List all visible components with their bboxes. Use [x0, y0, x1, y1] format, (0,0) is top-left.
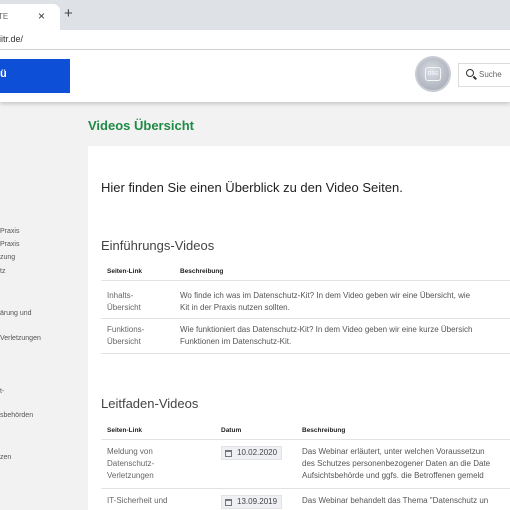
table-row-link[interactable]: IT-Sicherheit und: [107, 495, 167, 507]
description-line: Wie funktioniert das Datenschutz-Kit? In…: [180, 325, 473, 334]
browser-tab-title: TE: [0, 12, 9, 21]
column-header-link: Seiten-Link: [107, 268, 143, 275]
certification-seal-icon: DSG: [415, 56, 451, 92]
link-line[interactable]: Inhalts-: [107, 290, 141, 302]
column-header-link: Seiten-Link: [107, 427, 143, 434]
sidebar-item[interactable]: ärung und: [0, 310, 32, 317]
link-line[interactable]: IT-Sicherheit und: [107, 495, 167, 507]
date-value: 13.09.2019: [237, 497, 278, 506]
site-header: ü DSG Suche: [0, 50, 510, 102]
brand-text: ü: [0, 68, 7, 80]
link-line[interactable]: Verletzungen: [107, 470, 154, 482]
search-icon: [466, 69, 474, 77]
link-line[interactable]: Datenschutz-: [107, 458, 154, 470]
link-line[interactable]: Übersicht: [107, 336, 144, 348]
table-row-link[interactable]: Inhalts- Übersicht: [107, 290, 141, 314]
sidebar-item[interactable]: zung: [0, 254, 15, 261]
browser-tab[interactable]: TE ×: [0, 4, 60, 30]
description-line: Das Webinar behandelt das Thema "Datensc…: [302, 496, 489, 505]
calendar-icon: [225, 499, 232, 506]
browser-tab-bar: TE × +: [0, 0, 510, 30]
divider: [101, 439, 510, 440]
description-line: Das Webinar erläutert, unter welchen Vor…: [302, 447, 485, 456]
table-row-description: Wie funktioniert das Datenschutz-Kit? In…: [180, 324, 472, 348]
description-line: Funktionen im Datenschutz-Kit.: [180, 337, 292, 346]
brand-bar[interactable]: ü: [0, 59, 70, 93]
table-row-description: Wo finde ich was im Datenschutz-Kit? In …: [180, 290, 470, 314]
divider: [101, 488, 510, 489]
description-line: Wo finde ich was im Datenschutz-Kit? In …: [180, 291, 471, 300]
search-field[interactable]: Suche: [458, 63, 510, 87]
sidebar-item[interactable]: Praxis: [0, 228, 19, 235]
sidebar-item[interactable]: tz: [0, 268, 5, 275]
seal-label: DSG: [425, 67, 441, 81]
link-line[interactable]: Funktions-: [107, 324, 144, 336]
divider: [101, 280, 510, 281]
divider: [101, 318, 510, 319]
section-title-leitfaden: Leitfaden-Videos: [101, 396, 199, 411]
url-text[interactable]: iitr.de/: [0, 34, 23, 44]
date-value: 10.02.2020: [237, 448, 278, 457]
date-badge: 13.09.2019: [221, 495, 283, 509]
sidebar-item[interactable]: Praxis: [0, 241, 19, 248]
page-title: Videos Übersicht: [88, 118, 194, 133]
sidebar-item[interactable]: Verletzungen: [0, 335, 41, 342]
description-line: Kit in der Praxis nutzen sollten.: [180, 303, 290, 312]
sidebar-item[interactable]: sbehörden: [0, 412, 33, 419]
table-row-description: Das Webinar behandelt das Thema "Datensc…: [302, 495, 488, 507]
address-bar[interactable]: iitr.de/: [0, 30, 510, 50]
column-header-date: Datum: [221, 427, 242, 434]
description-line: Aufsichtsbehörde und ggfs. die Betroffen…: [302, 471, 484, 480]
column-header-description: Beschreibung: [180, 268, 224, 275]
link-line[interactable]: Übersicht: [107, 302, 141, 314]
content-panel: Hier finden Sie einen Überblick zu den V…: [88, 146, 510, 510]
section-title-einfuehrung: Einführungs-Videos: [101, 238, 215, 253]
column-header-description: Beschreibung: [302, 427, 346, 434]
new-tab-icon[interactable]: +: [64, 5, 73, 22]
table-row-link[interactable]: Meldung von Datenschutz- Verletzungen: [107, 446, 154, 482]
table-row-description: Das Webinar erläutert, unter welchen Vor…: [302, 446, 490, 482]
date-badge: 10.02.2020: [221, 446, 283, 460]
sidebar-item[interactable]: t-: [0, 388, 4, 395]
sidebar-item[interactable]: zen: [0, 454, 11, 461]
calendar-icon: [225, 450, 232, 457]
table-row-link[interactable]: Funktions- Übersicht: [107, 324, 144, 348]
search-placeholder: Suche: [479, 70, 502, 79]
intro-text: Hier finden Sie einen Überblick zu den V…: [101, 180, 403, 195]
link-line[interactable]: Meldung von: [107, 446, 154, 458]
close-tab-icon[interactable]: ×: [38, 9, 45, 23]
description-line: des Schutzes personenbezogener Daten an …: [302, 459, 491, 468]
divider: [101, 353, 510, 354]
